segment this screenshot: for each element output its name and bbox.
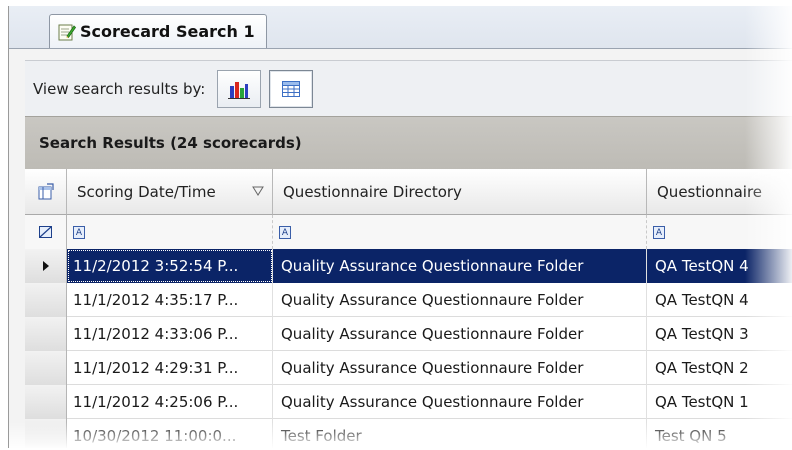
search-results-header: Search Results (24 scorecards) [25, 116, 792, 170]
view-toolbar: View search results by: [25, 60, 792, 117]
column-header-label: Questionnaire [657, 182, 763, 201]
filter-cell-questionnaire[interactable]: A [647, 215, 792, 249]
column-header-questionnaire[interactable]: Questionnaire [647, 169, 792, 215]
cell-scoring-date[interactable]: 11/1/2012 4:29:31 P... [67, 351, 273, 385]
cell-questionnaire-directory[interactable]: Quality Assurance Questionnaure Folder [273, 283, 647, 317]
cell-questionnaire-directory[interactable]: Quality Assurance Questionnaure Folder [273, 385, 647, 419]
filter-cell-questionnaire-directory[interactable]: A [273, 215, 647, 249]
results-grid: Scoring Date/Time Questionnaire Director… [25, 169, 792, 448]
chart-view-button[interactable] [217, 70, 262, 108]
table-row[interactable]: 11/2/2012 3:52:54 P... Quality Assurance… [25, 249, 792, 283]
table-row[interactable]: 11/1/2012 4:25:06 P... Quality Assurance… [25, 385, 792, 419]
cell-scoring-date[interactable]: 11/1/2012 4:25:06 P... [67, 385, 273, 419]
sort-descending-icon [252, 186, 264, 196]
filter-operator-icon[interactable]: A [653, 225, 665, 239]
cell-questionnaire-directory[interactable]: Test Folder [273, 419, 647, 448]
table-row[interactable]: 11/1/2012 4:33:06 P... Quality Assurance… [25, 317, 792, 351]
row-selector[interactable] [25, 419, 67, 448]
view-results-label: View search results by: [33, 80, 206, 98]
cell-questionnaire-directory[interactable]: Quality Assurance Questionnaure Folder [273, 317, 647, 351]
row-selector[interactable] [25, 351, 67, 385]
cell-questionnaire[interactable]: QA TestQN 4 [647, 249, 792, 283]
cell-questionnaire[interactable]: QA TestQN 3 [647, 317, 792, 351]
row-selector[interactable] [25, 317, 67, 351]
table-view-button[interactable] [269, 70, 314, 108]
table-row[interactable]: 11/1/2012 4:29:31 P... Quality Assurance… [25, 351, 792, 385]
column-chooser-icon [38, 182, 54, 199]
current-row-arrow-icon [42, 261, 49, 271]
scorecard-search-window: Scorecard Search 1 View search results b… [8, 6, 792, 448]
table-grid-icon [282, 81, 301, 97]
column-header-label: Questionnaire Directory [283, 182, 462, 201]
search-results-title: Search Results (24 scorecards) [39, 134, 302, 152]
cell-questionnaire[interactable]: QA TestQN 4 [647, 283, 792, 317]
row-selector[interactable] [25, 249, 67, 283]
cell-questionnaire-directory[interactable]: Quality Assurance Questionnaure Folder [273, 249, 647, 283]
clear-filter-icon [38, 226, 52, 238]
tab-strip: Scorecard Search 1 [9, 6, 792, 49]
row-selector[interactable] [25, 283, 67, 317]
filter-row: A A A [25, 215, 792, 250]
cell-scoring-date[interactable]: 10/30/2012 11:00:0... [67, 419, 273, 448]
column-header-questionnaire-directory[interactable]: Questionnaire Directory [273, 169, 647, 215]
row-selector[interactable] [25, 385, 67, 419]
cell-questionnaire[interactable]: QA TestQN 2 [647, 351, 792, 385]
cell-questionnaire[interactable]: Test QN 5 [647, 419, 792, 448]
column-header-scoring-date[interactable]: Scoring Date/Time [67, 169, 273, 215]
column-chooser-button[interactable] [25, 169, 67, 215]
filter-operator-icon[interactable]: A [279, 225, 291, 239]
filter-operator-icon[interactable]: A [73, 225, 85, 239]
filter-cell-scoring-date[interactable]: A [67, 215, 273, 249]
cell-scoring-date[interactable]: 11/1/2012 4:35:17 P... [67, 283, 273, 317]
cell-scoring-date[interactable]: 11/1/2012 4:33:06 P... [67, 317, 273, 351]
table-row[interactable]: 11/1/2012 4:35:17 P... Quality Assurance… [25, 283, 792, 317]
cell-questionnaire-directory[interactable]: Quality Assurance Questionnaure Folder [273, 351, 647, 385]
column-header-label: Scoring Date/Time [77, 182, 216, 201]
clear-filters-button[interactable] [25, 215, 67, 249]
cell-questionnaire[interactable]: QA TestQN 1 [647, 385, 792, 419]
tab-title: Scorecard Search 1 [80, 22, 255, 41]
tab-scorecard-search[interactable]: Scorecard Search 1 [49, 14, 267, 48]
cell-scoring-date[interactable]: 11/2/2012 3:52:54 P... [67, 249, 273, 283]
edit-document-icon [58, 24, 76, 40]
bar-chart-icon [228, 82, 251, 99]
table-row[interactable]: 10/30/2012 11:00:0... Test Folder Test Q… [25, 419, 792, 448]
